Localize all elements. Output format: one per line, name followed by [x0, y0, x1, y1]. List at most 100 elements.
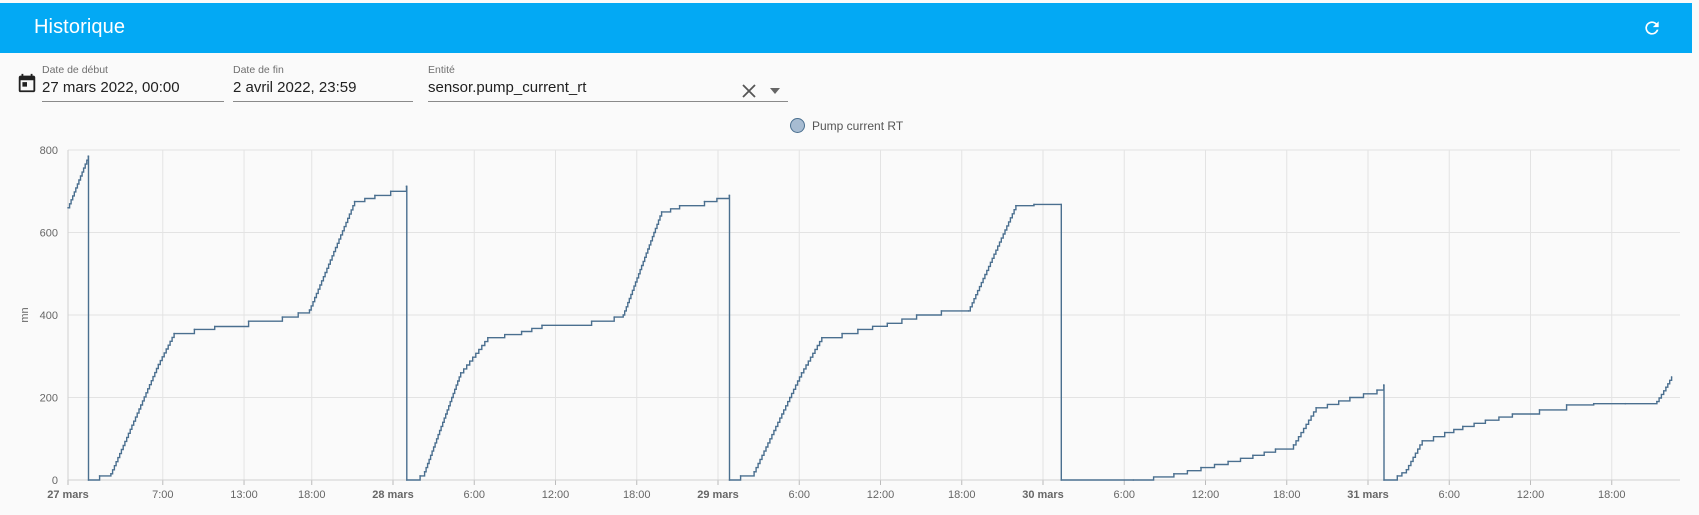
series-point — [622, 314, 624, 316]
series-point — [1383, 479, 1385, 481]
y-tick-label: 400 — [40, 310, 58, 322]
entity-input[interactable]: sensor.pump_current_rt — [428, 79, 788, 102]
series-point — [967, 310, 970, 312]
series-point — [739, 475, 742, 477]
series-point — [800, 372, 803, 374]
series-point — [1376, 389, 1378, 391]
series-point — [590, 320, 593, 322]
series-point — [728, 194, 731, 197]
entity-label: Entité — [428, 64, 455, 76]
start-date-label: Date de début — [42, 64, 108, 76]
series-point — [87, 479, 90, 481]
series-point — [541, 324, 543, 327]
y-tick-label: 800 — [40, 145, 58, 157]
app-header: Historique — [0, 3, 1692, 53]
calendar-icon[interactable] — [16, 72, 38, 94]
series-point — [1274, 448, 1277, 450]
series-point — [405, 185, 408, 188]
series-point — [520, 330, 523, 333]
series-point — [1060, 479, 1063, 481]
x-tick-label: 13:00 — [230, 489, 258, 501]
series-point — [67, 207, 69, 209]
series-point — [1592, 402, 1595, 405]
x-tick-label: 18:00 — [1273, 489, 1301, 501]
end-date-label: Date de fin — [233, 64, 284, 76]
x-tick-label: 30 mars — [1022, 489, 1064, 501]
series-point — [1396, 475, 1399, 477]
series-point — [110, 473, 112, 475]
series-point — [1015, 204, 1017, 207]
y-tick-label: 0 — [52, 475, 58, 487]
series-point — [1252, 454, 1254, 457]
series-point — [1421, 440, 1423, 442]
series-point — [1656, 400, 1658, 403]
series-point — [98, 475, 101, 477]
series-point — [193, 328, 196, 331]
series-point — [703, 200, 706, 203]
series-point — [886, 322, 889, 325]
start-date-input[interactable]: 27 mars 2022, 00:00 — [42, 79, 224, 102]
y-axis-title: mn — [19, 307, 31, 322]
end-date-field[interactable]: Date de fin 2 avril 2022, 23:59 — [233, 64, 413, 102]
series-point — [389, 190, 392, 193]
series-point — [1565, 404, 1568, 406]
x-tick-label: 12:00 — [542, 489, 570, 501]
entity-field[interactable]: Entité sensor.pump_current_rt — [428, 64, 788, 102]
y-tick-label: 200 — [40, 393, 58, 405]
x-tick-label: 29 mars — [697, 489, 739, 501]
x-tick-label: 6:00 — [1114, 489, 1135, 501]
x-tick-label: 6:00 — [464, 489, 485, 501]
series-point — [678, 204, 681, 207]
close-icon[interactable] — [742, 84, 756, 98]
series-point — [213, 325, 216, 328]
series-point — [297, 312, 300, 314]
x-tick-label: 31 mars — [1347, 489, 1389, 501]
x-tick-label: 28 mars — [372, 489, 414, 501]
series-point — [1443, 431, 1446, 434]
series-point — [487, 336, 489, 339]
series-point — [1132, 479, 1135, 481]
x-tick-label: 18:00 — [623, 489, 651, 501]
series-point — [915, 314, 918, 316]
y-tick-label: 600 — [40, 228, 58, 240]
x-tick-label: 18:00 — [948, 489, 976, 501]
refresh-icon[interactable] — [1642, 18, 1662, 38]
series-point — [1200, 466, 1202, 469]
series-point — [1665, 386, 1667, 389]
start-date-field[interactable]: Date de début 27 mars 2022, 00:00 — [42, 64, 224, 102]
series-point — [247, 320, 250, 322]
series-point — [1383, 384, 1385, 386]
x-tick-label: 12:00 — [867, 489, 895, 501]
series-point — [419, 475, 421, 477]
series-point — [87, 155, 90, 157]
end-date-input[interactable]: 2 avril 2022, 23:59 — [233, 79, 413, 102]
x-tick-label: 18:00 — [1598, 489, 1626, 501]
series-point — [841, 332, 843, 335]
bottom-strip — [0, 505, 1692, 515]
series-point — [857, 328, 859, 331]
series-point — [1173, 473, 1175, 475]
series-point — [459, 372, 462, 374]
series-point — [821, 336, 823, 339]
series-point — [613, 316, 615, 318]
x-tick-label: 6:00 — [1439, 489, 1460, 501]
series-point — [423, 471, 426, 473]
series-point — [1538, 409, 1541, 411]
series-point — [374, 194, 376, 197]
series-point — [281, 316, 284, 318]
history-panel: Historique Date de début 27 mars 2022, 0… — [0, 0, 1692, 515]
series-point — [157, 363, 160, 366]
series-point — [308, 309, 311, 311]
chevron-down-icon[interactable] — [770, 88, 780, 94]
series-point — [406, 479, 408, 481]
series-point — [660, 211, 663, 213]
series-point — [728, 479, 731, 481]
history-chart: 0 200 400 600 800 27 mars 7:00 13:00 18:00 28 mar… — [19, 145, 1680, 501]
x-tick-label: 18:00 — [298, 489, 326, 501]
x-tick-label: 6:00 — [789, 489, 810, 501]
series-point — [1462, 425, 1464, 428]
x-tick-label: 27 mars — [47, 489, 89, 501]
series-point — [1033, 203, 1035, 206]
series-point — [940, 310, 943, 312]
page-title: Historique — [34, 16, 126, 38]
